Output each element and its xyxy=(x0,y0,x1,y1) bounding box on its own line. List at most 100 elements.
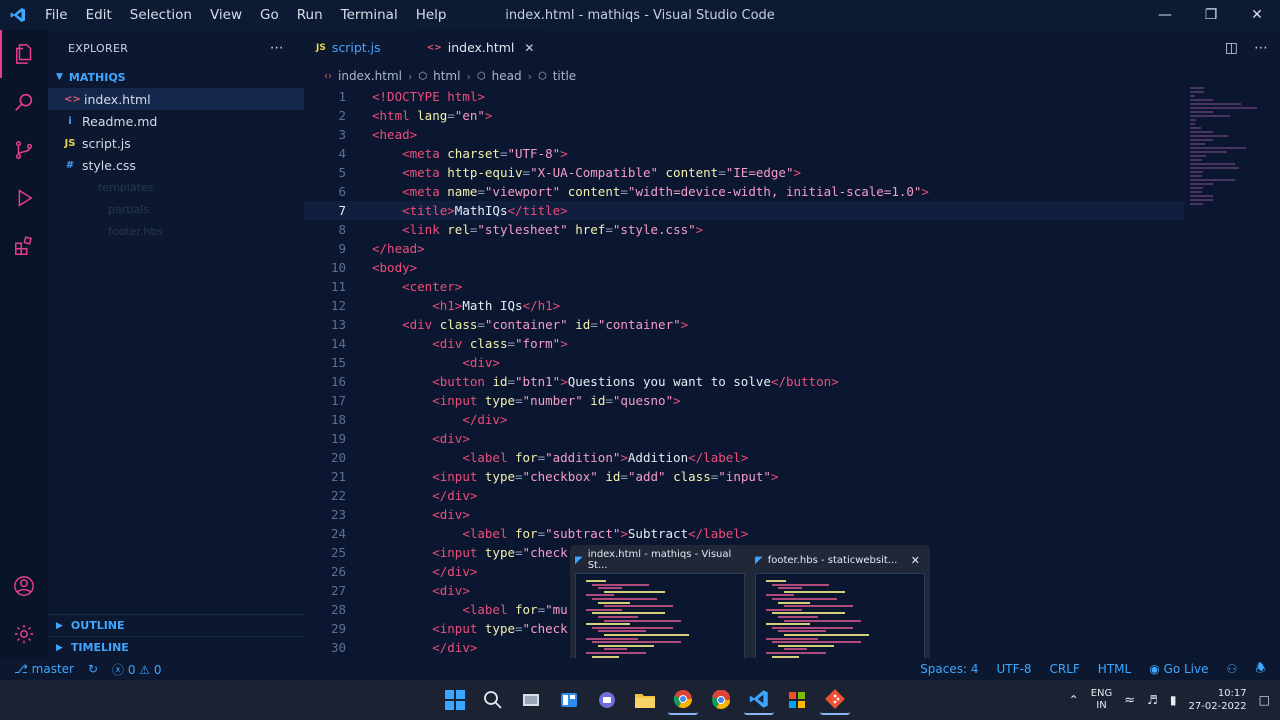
timeline-section[interactable]: ▶ TIMELINE xyxy=(48,636,304,658)
menu-help[interactable]: Help xyxy=(407,0,456,30)
code-line[interactable]: 10 <body> xyxy=(304,258,1184,277)
menu-run[interactable]: Run xyxy=(288,0,332,30)
file-explorer-icon[interactable] xyxy=(630,685,660,715)
account-icon[interactable] xyxy=(0,562,48,610)
encoding-indicator[interactable]: UTF-8 xyxy=(997,662,1032,676)
file-item[interactable]: <> index.html xyxy=(48,88,304,110)
run-debug-icon[interactable] xyxy=(0,174,48,222)
code-line[interactable]: 6 <meta name="viewport" content="width=d… xyxy=(304,182,1184,201)
explorer-icon[interactable] xyxy=(0,30,48,78)
preview-close-icon[interactable]: ✕ xyxy=(911,554,920,567)
code-line[interactable]: 13 <div class="container" id="container"… xyxy=(304,315,1184,334)
code-line[interactable]: 18 </div> xyxy=(304,410,1184,429)
widgets-icon[interactable] xyxy=(554,685,584,715)
code-line[interactable]: 24 <label for="subtract">Subtract</label… xyxy=(304,524,1184,543)
breadcrumb-item[interactable]: index.html xyxy=(338,69,402,83)
menu-view[interactable]: View xyxy=(201,0,251,30)
file-item[interactable]: # style.css xyxy=(48,154,304,176)
wifi-icon[interactable]: ≈ xyxy=(1124,693,1135,708)
input-language[interactable]: ENG IN xyxy=(1091,688,1113,712)
code-line[interactable]: 16 <button id="btn1">Questions you want … xyxy=(304,372,1184,391)
code-line[interactable]: 9 </head> xyxy=(304,239,1184,258)
taskbar-search-icon[interactable] xyxy=(478,685,508,715)
code-line[interactable]: 5 <meta http-equiv="X-UA-Compatible" con… xyxy=(304,163,1184,182)
problems-indicator[interactable]: ⓧ 0 ⚠ 0 xyxy=(112,661,161,678)
code-line[interactable]: 20 <label for="addition">Addition</label… xyxy=(304,448,1184,467)
code-line[interactable]: 4 <meta charset="UTF-8"> xyxy=(304,144,1184,163)
code-line[interactable]: 3 <head> xyxy=(304,125,1184,144)
restore-button[interactable]: ❐ xyxy=(1188,0,1234,30)
more-actions-icon[interactable]: ⋯ xyxy=(270,40,284,56)
eol-indicator[interactable]: CRLF xyxy=(1049,662,1079,676)
outline-section[interactable]: ▶ OUTLINE xyxy=(48,614,304,636)
extensions-icon[interactable] xyxy=(0,222,48,270)
menu-go[interactable]: Go xyxy=(251,0,288,30)
tab-script-js[interactable]: JS script.js xyxy=(304,30,415,65)
minimap-line xyxy=(1190,87,1204,89)
battery-icon[interactable]: ▮ xyxy=(1170,693,1177,707)
code-line[interactable]: 1 <!DOCTYPE html> xyxy=(304,87,1184,106)
code-line[interactable]: 12 <h1>Math IQs</h1> xyxy=(304,296,1184,315)
vertical-scrollbar[interactable] xyxy=(1268,87,1280,658)
git-icon[interactable] xyxy=(820,685,850,715)
language-indicator[interactable]: HTML xyxy=(1098,662,1131,676)
window-preview[interactable]: ◤ index.html - mathiqs - Visual St... xyxy=(575,549,745,663)
close-window-button[interactable]: ✕ xyxy=(1234,0,1280,30)
line-number: 21 xyxy=(330,469,346,484)
settings-gear-icon[interactable] xyxy=(0,610,48,658)
code-line[interactable]: 15 <div> xyxy=(304,353,1184,372)
code-line[interactable]: 19 <div> xyxy=(304,429,1184,448)
close-icon[interactable]: ✕ xyxy=(524,41,534,55)
source-control-icon[interactable] xyxy=(0,126,48,174)
menu-edit[interactable]: Edit xyxy=(77,0,121,30)
code-token: </label> xyxy=(688,450,749,465)
branch-indicator[interactable]: ⎇ master xyxy=(14,662,74,676)
go-live-button[interactable]: ◉ Go Live xyxy=(1149,662,1208,676)
sync-icon[interactable]: ↻ xyxy=(88,662,98,676)
menu-terminal[interactable]: Terminal xyxy=(332,0,407,30)
code-line[interactable]: 22 </div> xyxy=(304,486,1184,505)
code-token: <title> xyxy=(402,203,455,218)
code-line[interactable]: 8 <link rel="stylesheet" href="style.css… xyxy=(304,220,1184,239)
store-icon[interactable] xyxy=(782,685,812,715)
indentation-indicator[interactable]: Spaces: 4 xyxy=(920,662,978,676)
minimap[interactable] xyxy=(1190,87,1266,217)
code-line[interactable]: 2 <html lang="en"> xyxy=(304,106,1184,125)
breadcrumb-item[interactable]: title xyxy=(553,69,576,83)
menu-selection[interactable]: Selection xyxy=(121,0,201,30)
code-line[interactable]: 17 <input type="number" id="quesno"> xyxy=(304,391,1184,410)
tab-index-html[interactable]: <> index.html ✕ xyxy=(414,30,547,65)
chevron-up-icon[interactable]: ⌃ xyxy=(1069,693,1079,707)
file-item[interactable]: i Readme.md xyxy=(48,110,304,132)
teams-chat-icon[interactable] xyxy=(592,685,622,715)
chrome-profile-icon[interactable] xyxy=(706,685,736,715)
search-icon[interactable] xyxy=(0,78,48,126)
window-preview[interactable]: ◤ footer.hbs - staticwebsit... xyxy=(755,551,925,663)
minimize-button[interactable]: — xyxy=(1142,0,1188,30)
clock[interactable]: 10:17 27-02-2022 xyxy=(1189,687,1247,713)
folder-mathiqs[interactable]: ▼ MATHIQS xyxy=(48,66,304,88)
breadcrumb-item[interactable]: head xyxy=(492,69,522,83)
volume-icon[interactable]: ♬ xyxy=(1147,693,1158,707)
chrome-icon[interactable] xyxy=(668,685,698,715)
more-actions-icon[interactable]: ⋯ xyxy=(1254,40,1268,56)
notification-icon[interactable]: □ xyxy=(1259,693,1270,707)
code-line[interactable]: 14 <div class="form"> xyxy=(304,334,1184,353)
notifications-bell-icon[interactable]: 🕭 xyxy=(1255,659,1266,680)
feedback-icon[interactable]: ⚇ xyxy=(1226,662,1237,676)
file-item[interactable]: JS script.js xyxy=(48,132,304,154)
preview-code-line xyxy=(766,594,794,597)
menu-file[interactable]: File xyxy=(36,0,77,30)
vscode-logo-icon[interactable] xyxy=(0,0,36,30)
task-view-icon[interactable] xyxy=(516,685,546,715)
split-editor-icon[interactable]: ◫ xyxy=(1225,40,1238,56)
code-line[interactable]: 7 <title>MathIQs</title> xyxy=(304,201,1184,220)
code-line[interactable]: 11 <center> xyxy=(304,277,1184,296)
vscode-taskbar-icon[interactable] xyxy=(744,685,774,715)
code-line[interactable]: 23 <div> xyxy=(304,505,1184,524)
breadcrumb-item[interactable]: html xyxy=(433,69,460,83)
code-line[interactable]: 21 <input type="checkbox" id="add" class… xyxy=(304,467,1184,486)
windows-start-icon[interactable] xyxy=(440,685,470,715)
